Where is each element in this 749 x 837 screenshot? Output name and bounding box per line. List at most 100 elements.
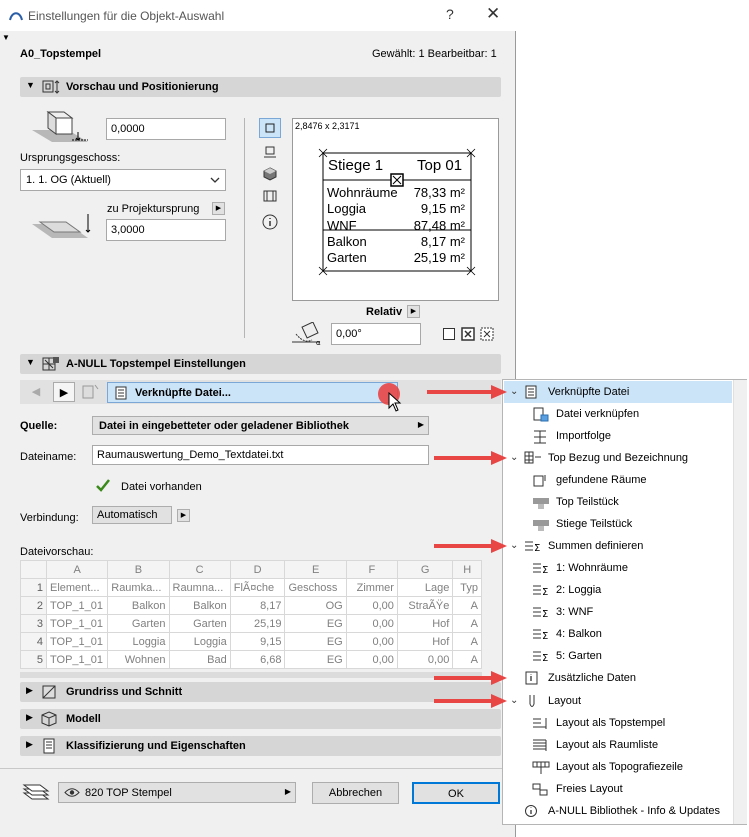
table-cell: Raumka... [107, 578, 170, 597]
table-scrollbar[interactable] [20, 672, 482, 678]
filename-input[interactable]: Raumauswertung_Demo_Textdatei.txt [92, 445, 429, 465]
view-2d-button[interactable] [259, 118, 281, 138]
row-number: 2 [20, 596, 47, 615]
next-page-button[interactable]: ▶ [53, 382, 75, 402]
page-select-dropdown[interactable]: Verknüpfte Datei... [107, 382, 398, 403]
floorplan-section-icon [42, 685, 56, 699]
preview-canvas: 2,8476 x 2,3171 Stiege 1 Top 01 Wohnräum… [292, 118, 499, 301]
table-cell: A [452, 632, 482, 651]
grid-link-icon [524, 451, 541, 464]
table-row: 3 TOP_1_01 Garten Garten 25,19 EG 0,00 H… [20, 614, 482, 633]
connection-select[interactable]: Automatisch [92, 506, 172, 524]
sum-icon: Σ [533, 563, 548, 575]
source-select[interactable]: Datei in eingebetteter oder geladener Bi… [92, 416, 429, 435]
layer-select[interactable]: 820 TOP Stempel ▶ [58, 782, 296, 803]
angle-input[interactable]: 0,00° [331, 323, 421, 345]
chevron-down-icon[interactable]: ⌄ [510, 386, 518, 397]
table-cell: Hof [396, 614, 454, 633]
room-list-icon [533, 739, 547, 751]
section-classification-header[interactable]: ▶ Klassifizierung und Eigenschaften [20, 736, 501, 756]
row-number: 4 [20, 632, 47, 651]
project-origin-label: zu Projekt­ursprung [107, 203, 200, 215]
view-film-button[interactable] [259, 186, 281, 206]
table-row: 2 TOP_1_01 Balkon Balkon 8,17 OG 0,00 St… [20, 596, 482, 615]
column-header: H [452, 560, 482, 579]
tree-item-label: Layout als Topstempel [556, 717, 666, 729]
layout-pen-icon [529, 695, 535, 707]
connection-arrow-button[interactable]: ▶ [177, 509, 190, 522]
relative-arrow-button[interactable]: ▶ [407, 305, 420, 318]
svg-text:Σ: Σ [542, 631, 548, 641]
section-model-header[interactable]: ▶ Modell [20, 709, 501, 729]
stamp-row: Loggia 9,15 m² [327, 201, 465, 217]
stamp-row-value: 8,17 m² [420, 233, 465, 249]
view-section-button[interactable] [259, 142, 281, 162]
list-document-icon [43, 738, 55, 754]
page-tree-panel [502, 379, 747, 825]
anchor-box-x-icon[interactable] [461, 327, 475, 341]
table-row: 1 Element... Raumka... Raumna... FlÃ¤che… [20, 578, 482, 597]
origin-floor-select[interactable]: 1. 1. OG (Aktuell) [20, 169, 226, 191]
svg-text:Σ: Σ [542, 587, 548, 597]
sum-list-icon: Σ [525, 541, 540, 553]
stamp-row-value: 87,48 m² [413, 217, 465, 233]
project-origin-arrow-button[interactable]: ▶ [212, 202, 225, 215]
tree-item-label: 5: Garten [556, 650, 602, 662]
stamp-row-value: 78,33 m² [413, 185, 465, 200]
tree-item-label: 3: WNF [556, 606, 594, 618]
height-input[interactable]: 0,0000 [106, 118, 226, 140]
table-cell: Wohnen [107, 650, 170, 669]
prev-page-button[interactable]: ◀ [25, 382, 47, 402]
annotation-arrow [434, 671, 507, 685]
chevron-down-icon[interactable]: ⌄ [510, 452, 518, 463]
sum-icon: Σ [533, 585, 548, 597]
triangle-right-icon: ▶ [417, 420, 424, 429]
table-cell: EG [284, 614, 347, 633]
project-origin-input[interactable]: 3,0000 [106, 219, 226, 241]
tree-item-label: Layout als Raumliste [556, 739, 659, 751]
info-icon [525, 805, 537, 817]
chevron-down-icon[interactable]: ⌄ [510, 695, 518, 706]
divider [244, 118, 245, 338]
svg-text:Σ: Σ [534, 543, 540, 553]
table-header-row: A B C D E F G H [20, 560, 482, 579]
stamp-row-value: 25,19 m² [413, 250, 465, 266]
section-floorplan-header[interactable]: ▶ Grundriss und Schnitt [20, 682, 501, 702]
collapsed-triangle-icon: ▶ [26, 685, 33, 695]
table-cell: TOP_1_01 [45, 632, 109, 651]
table-cell: EG [284, 650, 347, 669]
project-origin-icon [32, 214, 91, 238]
file-status: Datei vorhanden [121, 481, 202, 493]
collapse-arrow-icon: ▼ [2, 33, 10, 42]
panel-scrollbar[interactable] [733, 380, 747, 824]
table-cell: 0,00 [345, 650, 398, 669]
table-cell: 8,17 [229, 596, 286, 615]
chevron-down-icon[interactable]: ⌄ [510, 540, 518, 551]
table-cell: Lage [396, 578, 454, 597]
cancel-button[interactable]: Abbrechen [312, 782, 399, 804]
footer-divider [0, 768, 516, 769]
view-3d-button[interactable] [259, 164, 281, 184]
tree-item-label: Freies Layout [556, 783, 623, 795]
section-settings-header[interactable]: ▼ A-NULL Topstempel Einstellungen [20, 354, 501, 374]
table-cell: Zimmer [345, 578, 398, 597]
stamp-row-name: Loggia [327, 201, 367, 217]
tree-item-label: A-NULL Bibliothek - Info & Updates [548, 805, 721, 817]
stamp-row: WNF 87,48 m² [327, 218, 465, 234]
section-preview-header[interactable]: ▼ Vorschau und Positionierung [20, 77, 501, 97]
ok-button[interactable]: OK [412, 782, 500, 804]
tree-item-label: 2: Loggia [556, 584, 602, 596]
help-button[interactable]: ? [446, 6, 454, 22]
close-button[interactable]: ✕ [486, 4, 500, 24]
favorites-page-icon[interactable] [80, 383, 102, 401]
table-cell: EG [284, 632, 347, 651]
cube-icon [263, 167, 277, 181]
anchor-dashed-x-icon[interactable] [480, 327, 494, 341]
layer-value: 820 TOP Stempel [85, 787, 172, 799]
column-header: C [168, 560, 231, 579]
anchor-none-button[interactable] [443, 328, 455, 340]
table-cell: Balkon [107, 596, 170, 615]
link-file-icon [533, 407, 549, 422]
info-button[interactable] [259, 212, 281, 232]
table-cell: Loggia [107, 632, 170, 651]
